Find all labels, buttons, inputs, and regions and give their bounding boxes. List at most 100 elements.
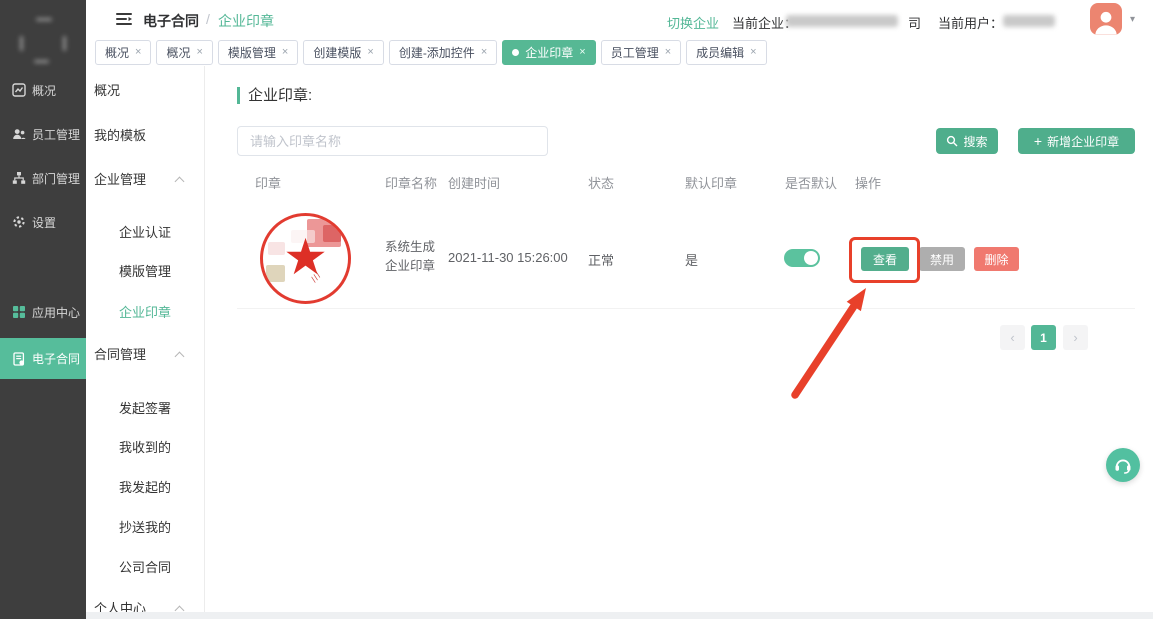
sidebar-item-label: 概况 [32,82,56,99]
active-tab-dot-icon [512,49,519,56]
tab-label: 概况 [105,44,129,61]
cell-seal-name: 系统生成 企业印章 [385,238,435,276]
employees-icon [12,127,26,141]
logo-blur-mark [20,36,23,51]
breadcrumb-separator: / [206,11,210,27]
sidebar-item-label: 设置 [32,214,56,231]
collapse-sidebar-icon[interactable] [116,12,132,26]
is-default-toggle[interactable] [784,249,820,267]
submenu-my-templates[interactable]: 我的模板 [94,126,146,146]
submenu-initiate-sign[interactable]: 发起签署 [119,399,171,419]
seal-name-search-input[interactable] [237,126,548,156]
sidebar-item-overview[interactable]: 概况 [0,70,86,110]
submenu-received[interactable]: 我收到的 [119,438,171,458]
sidebar-item-departments[interactable]: 部门管理 [0,158,86,198]
close-icon[interactable]: × [135,46,141,58]
tab-label: 概况 [166,44,190,61]
avatar-person-icon [1091,7,1121,35]
sidebar-item-e-contract[interactable]: 电子合同 [0,338,86,379]
tab-label: 员工管理 [611,44,659,61]
submenu-initiated[interactable]: 我发起的 [119,478,171,498]
col-header-seal-name: 印章名称 [385,173,437,192]
close-icon[interactable]: × [367,46,373,58]
submenu-enterprise-mgmt[interactable]: 企业管理 [94,170,146,190]
close-icon[interactable]: × [481,46,487,58]
logo-blur-mark [34,60,49,63]
submenu-overview[interactable]: 概况 [94,81,120,101]
sidebar-item-label: 部门管理 [32,170,80,187]
close-icon[interactable]: × [750,46,756,58]
close-icon[interactable]: × [665,46,671,58]
cell-created-time: 2021-11-30 15:26:00 [448,250,568,265]
main-content: 企业印章: 搜索 + 新增企业印章 印章 印章名称 创建时间 状态 默认印章 是… [205,66,1153,619]
close-icon[interactable]: × [579,46,585,58]
add-enterprise-seal-button[interactable]: + 新增企业印章 [1018,128,1135,154]
top-header: 电子合同 / 企业印章 切换企业 当前企业： 司 当前用户： ▾ [86,0,1153,38]
sidebar-item-label: 应用中心 [32,304,80,321]
tab-create-add-controls[interactable]: 创建-添加控件 × [389,40,497,65]
departments-icon [12,171,26,185]
search-button[interactable]: 搜索 [936,128,998,154]
logo-blur-mark [36,18,52,21]
pagination-next-button[interactable]: › [1063,325,1088,350]
sidebar-item-settings[interactable]: 设置 [0,202,86,242]
col-header-status: 状态 [588,173,614,192]
close-icon[interactable]: × [196,46,202,58]
submenu-contract-mgmt[interactable]: 合同管理 [94,345,146,365]
secondary-sidebar: 概况 我的模板 企业管理 企业认证 模版管理 企业印章 合同管理 发起签署 我收… [86,66,205,619]
overview-icon [12,83,26,97]
breadcrumb-current: 企业印章 [218,11,274,31]
tab-employee-mgmt[interactable]: 员工管理 × [601,40,681,65]
tab-label: 创建模版 [313,44,361,61]
current-company-redacted [786,15,898,27]
col-header-seal: 印章 [255,173,281,192]
bottom-strip [86,612,1153,619]
tab-label: 创建-添加控件 [399,44,475,61]
col-header-actions: 操作 [855,173,881,192]
tab-overview-2[interactable]: 概况 × [156,40,212,65]
search-button-label: 搜索 [963,133,987,150]
current-company-suffix: 司 [908,13,921,32]
tab-enterprise-seal[interactable]: 企业印章 × [502,40,595,65]
submenu-cc-me[interactable]: 抄送我的 [119,518,171,538]
breadcrumb-root[interactable]: 电子合同 [143,11,199,31]
add-button-label: 新增企业印章 [1047,133,1119,150]
user-avatar[interactable] [1090,3,1122,35]
company-logo [0,8,86,72]
seal-name-line1: 系统生成 [385,238,435,257]
tab-create-template[interactable]: 创建模版 × [303,40,383,65]
submenu-enterprise-auth[interactable]: 企业认证 [119,223,171,243]
disable-seal-button[interactable]: 禁用 [919,247,965,271]
sidebar-item-employees[interactable]: 员工管理 [0,114,86,154]
seal-name-line2: 企业印章 [385,257,435,276]
row-divider [237,308,1135,309]
submenu-company-contracts[interactable]: 公司合同 [119,558,171,578]
sidebar-item-label: 电子合同 [32,350,80,367]
pagination-prev-button[interactable]: ‹ [1000,325,1025,350]
plus-icon: + [1034,135,1042,147]
current-user-redacted [1003,15,1055,27]
customer-service-fab[interactable] [1106,448,1140,482]
chevron-up-icon[interactable] [175,177,185,187]
col-header-created: 创建时间 [448,173,500,192]
tab-overview-1[interactable]: 概况 × [95,40,151,65]
submenu-template-mgmt[interactable]: 模版管理 [119,262,171,282]
tab-label: 企业印章 [525,44,573,61]
open-tabs-bar: 概况 × 概况 × 模版管理 × 创建模版 × 创建-添加控件 × 企业印章 ×… [86,38,1153,66]
sidebar-item-app-center[interactable]: 应用中心 [0,292,86,332]
pagination-page-1[interactable]: 1 [1031,325,1056,350]
chevron-up-icon[interactable] [175,352,185,362]
col-header-default-seal: 默认印章 [685,173,737,192]
submenu-enterprise-seal[interactable]: 企业印章 [119,303,171,323]
close-icon[interactable]: × [282,46,288,58]
apps-icon [12,305,26,319]
tab-member-edit[interactable]: 成员编辑 × [686,40,766,65]
headset-icon [1113,455,1133,475]
tab-label: 成员编辑 [696,44,744,61]
logo-blur-mark [63,36,66,51]
settings-icon [12,215,26,229]
delete-seal-button[interactable]: 删除 [974,247,1019,271]
tab-template-mgmt[interactable]: 模版管理 × [218,40,298,65]
switch-company-link[interactable]: 切换企业 [667,13,719,32]
user-menu-caret-icon[interactable]: ▾ [1130,14,1135,25]
